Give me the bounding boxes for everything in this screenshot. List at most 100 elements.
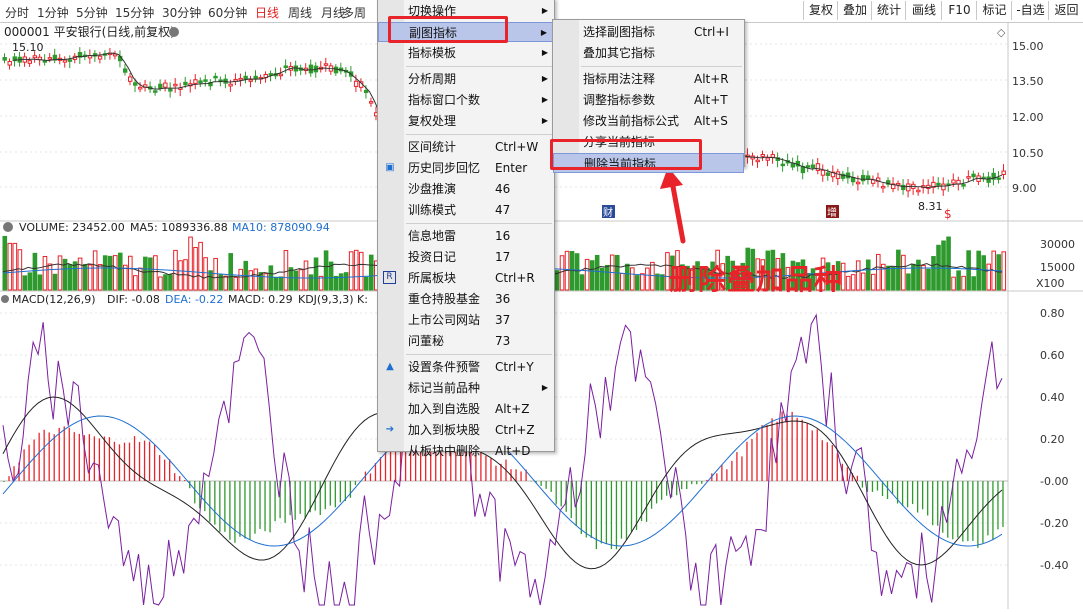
menu-item[interactable]: 指标窗口个数 ▶ bbox=[378, 90, 554, 110]
fuquan-button[interactable]: 复权 bbox=[803, 1, 838, 20]
settings-dot-icon[interactable] bbox=[169, 27, 179, 37]
period-tab-weekly[interactable]: 周线 bbox=[288, 4, 312, 21]
menu-item[interactable]: ▣ 历史同步回忆 Enter bbox=[378, 158, 554, 178]
back-button[interactable]: 返回 bbox=[1048, 1, 1083, 20]
candle-body bbox=[755, 159, 760, 163]
menu-item-label: 训练模式 bbox=[408, 203, 457, 217]
volume-bar bbox=[368, 254, 374, 291]
menu-item[interactable]: 分析周期 ▶ bbox=[378, 69, 554, 89]
finance-marker-text: 财 bbox=[603, 206, 613, 219]
period-tab-30min[interactable]: 30分钟 bbox=[162, 4, 201, 21]
volume-bar bbox=[896, 249, 901, 291]
menu-item[interactable]: 调整指标参数 Alt+T bbox=[553, 90, 744, 110]
menu-item[interactable]: 沙盘推演 46 bbox=[378, 179, 554, 199]
volume-bar bbox=[986, 263, 992, 291]
menu-item[interactable]: R 所属板块 Ctrl+R bbox=[378, 268, 554, 288]
candle-body bbox=[198, 80, 203, 84]
candle-body bbox=[916, 189, 921, 193]
volume-label: VOLUME: 23452.00 bbox=[19, 221, 125, 234]
candle-body bbox=[133, 82, 138, 86]
menu-item[interactable]: 标记当前品种 ▶ bbox=[378, 378, 554, 398]
draw-line-button[interactable]: 画线 bbox=[905, 1, 942, 20]
menu-item-shortcut: 46 bbox=[495, 182, 511, 196]
menu-item-shortcut: Alt+D bbox=[495, 444, 531, 458]
menu-separator bbox=[406, 354, 552, 355]
menu-item[interactable]: 训练模式 47 bbox=[378, 200, 554, 220]
f10-button[interactable]: F10 bbox=[941, 1, 977, 20]
volume-bar bbox=[248, 270, 254, 291]
period-tab-fenshi[interactable]: 分时 bbox=[5, 4, 29, 21]
highlight-box-delete-indicator bbox=[550, 139, 702, 170]
menu-item[interactable]: 指标模板 ▶ bbox=[378, 43, 554, 63]
kdj-label: KDJ(9,3,3) K: bbox=[298, 293, 368, 306]
volume-bar bbox=[158, 276, 163, 291]
menu-item[interactable]: 修改当前指标公式 Alt+S bbox=[553, 111, 744, 131]
menu-item[interactable]: 问董秘 73 bbox=[378, 331, 554, 351]
menu-item[interactable]: 选择副图指标 Ctrl+I bbox=[553, 22, 744, 42]
r-icon: R bbox=[383, 271, 396, 284]
period-tab-daily[interactable]: 日线 bbox=[255, 4, 279, 21]
volume-bar bbox=[579, 274, 585, 291]
menu-item-label: 加入到板块股 bbox=[408, 423, 481, 437]
candle-body bbox=[820, 169, 826, 176]
volume-bar bbox=[348, 251, 354, 291]
period-tab-15min[interactable]: 15分钟 bbox=[115, 4, 154, 21]
menu-item[interactable]: 指标用法注释 Alt+R bbox=[553, 69, 744, 89]
menu-item[interactable]: 复权处理 ▶ bbox=[378, 111, 554, 131]
candle-body bbox=[308, 64, 314, 74]
candle-body bbox=[936, 182, 941, 186]
period-tab-5min[interactable]: 5分钟 bbox=[76, 4, 108, 21]
menu-item[interactable]: 重仓持股基金 36 bbox=[378, 289, 554, 309]
diamond-icon[interactable]: ◇ bbox=[997, 26, 1006, 39]
overlay-button[interactable]: 叠加 bbox=[837, 1, 872, 20]
menu-item-label: 历史同步回忆 bbox=[408, 161, 481, 175]
stats-button[interactable]: 统计 bbox=[871, 1, 906, 20]
period-tab-multi[interactable]: 多周 bbox=[342, 4, 366, 21]
volume-bar bbox=[22, 275, 28, 291]
macd-axis-label: 0.60 bbox=[1040, 349, 1065, 362]
volume-bar bbox=[263, 273, 269, 291]
volume-bar bbox=[956, 270, 961, 291]
volume-bar bbox=[875, 253, 881, 291]
volume-bar bbox=[584, 258, 590, 291]
menu-item-shortcut: Enter bbox=[495, 161, 528, 175]
period-tab-1min[interactable]: 1分钟 bbox=[37, 4, 69, 21]
candle-body bbox=[363, 89, 369, 94]
menu-item[interactable]: 从板块中删除 Alt+D bbox=[378, 441, 554, 461]
menu-item[interactable]: 叠加其它指标 bbox=[553, 43, 744, 63]
settings-dot-icon[interactable] bbox=[1, 295, 9, 303]
volume-bar bbox=[559, 255, 565, 291]
volume-bar bbox=[363, 276, 369, 291]
volume-bar bbox=[303, 260, 309, 291]
candle-body bbox=[780, 163, 785, 167]
menu-item[interactable]: 区间统计 Ctrl+W bbox=[378, 137, 554, 157]
mark-button[interactable]: 标记 bbox=[976, 1, 1012, 20]
self-select-button[interactable]: -自选 bbox=[1011, 1, 1049, 20]
candle-body bbox=[860, 175, 866, 182]
menu-item[interactable]: 投资日记 17 bbox=[378, 247, 554, 267]
candle-body bbox=[881, 185, 886, 189]
volume-bar bbox=[188, 236, 193, 291]
menu-separator bbox=[581, 66, 742, 67]
menu-item[interactable]: ➔ 加入到板块股 Ctrl+Z bbox=[378, 420, 554, 440]
volume-bar bbox=[293, 270, 299, 291]
volume-bar bbox=[624, 263, 630, 291]
menu-separator bbox=[406, 134, 552, 135]
candle-body bbox=[97, 55, 103, 60]
volume-bar bbox=[860, 272, 866, 291]
candle-body bbox=[760, 154, 765, 157]
volume-bar bbox=[283, 250, 289, 291]
menu-item[interactable]: ▲ 设置条件预警 Ctrl+Y bbox=[378, 357, 554, 377]
volume-bar bbox=[660, 274, 665, 291]
submenu-arrow-icon: ▶ bbox=[541, 116, 548, 125]
menu-item[interactable]: 上市公司网站 37 bbox=[378, 310, 554, 330]
menu-item-shortcut: 36 bbox=[495, 292, 511, 306]
menu-item-label: 复权处理 bbox=[408, 114, 457, 128]
candle-body bbox=[213, 75, 218, 79]
menu-item[interactable]: 加入到自选股 Alt+Z bbox=[378, 399, 554, 419]
candle-body bbox=[193, 79, 198, 84]
menu-item[interactable]: 信息地雷 16 bbox=[378, 226, 554, 246]
period-tab-60min[interactable]: 60分钟 bbox=[208, 4, 247, 21]
settings-dot-icon[interactable] bbox=[3, 222, 13, 232]
volume-bar bbox=[112, 255, 118, 291]
